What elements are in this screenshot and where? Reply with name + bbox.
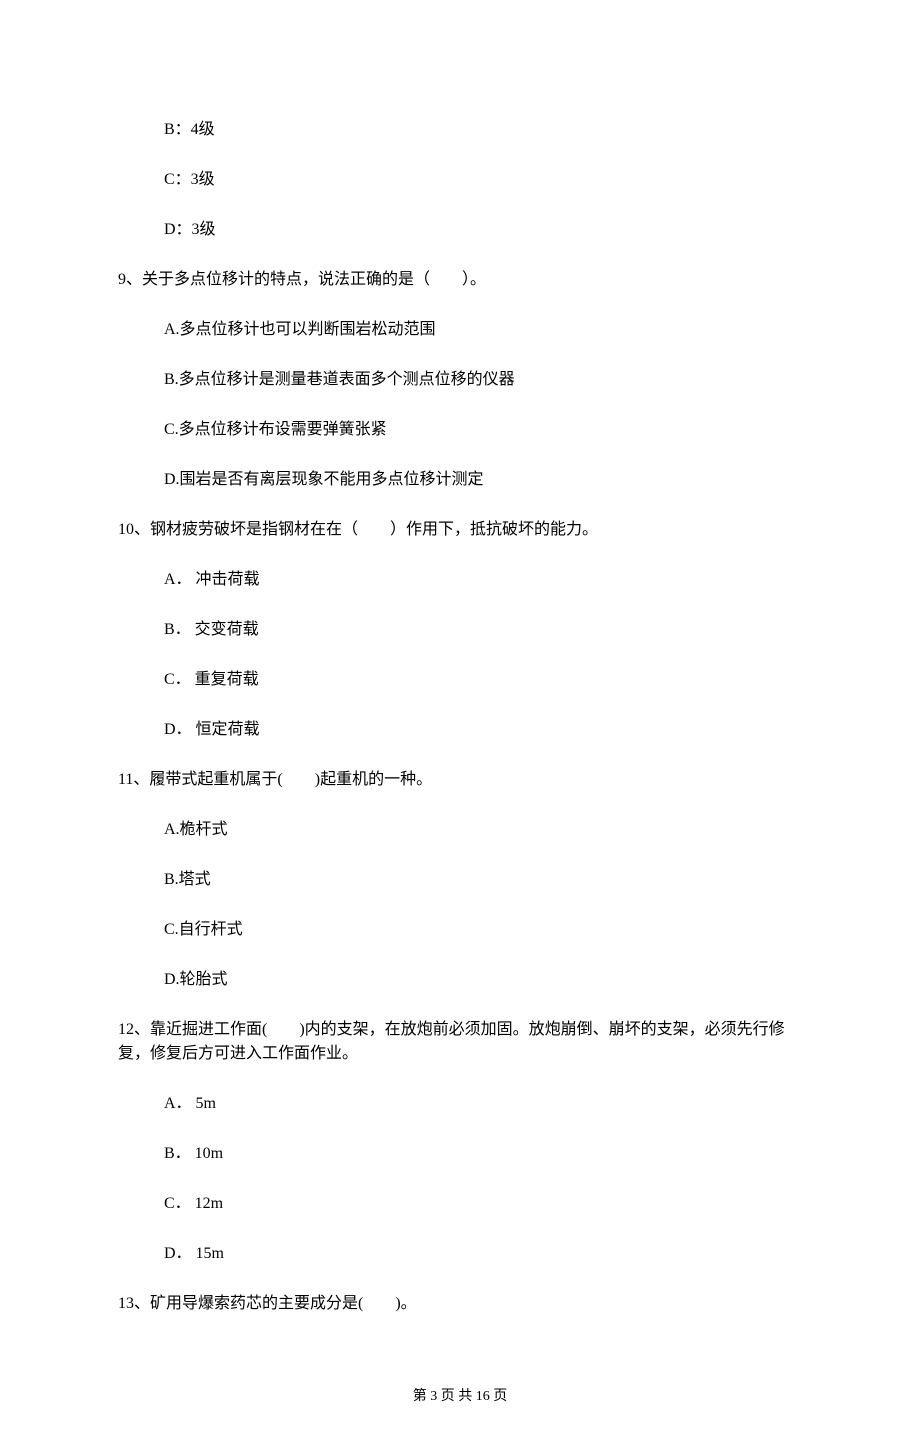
q8-option-c: C：3级: [118, 168, 802, 192]
page-footer: 第 3 页 共 16 页: [118, 1386, 802, 1407]
q8-option-b: B：4级: [118, 118, 802, 142]
q10-stem: 10、钢材疲劳破坏是指钢材在在（ ）作用下，抵抗破坏的能力。: [118, 518, 802, 542]
q11-option-c: C.自行杆式: [118, 918, 802, 942]
q9-option-c: C.多点位移计布设需要弹簧张紧: [118, 418, 802, 442]
q10-option-d: D． 恒定荷载: [118, 718, 802, 742]
q10-option-b: B． 交变荷载: [118, 618, 802, 642]
q8-option-d: D：3级: [118, 218, 802, 242]
q12-option-d: D． 15m: [118, 1242, 802, 1266]
q12-option-a: A． 5m: [118, 1092, 802, 1116]
q13-stem: 13、矿用导爆索药芯的主要成分是( )。: [118, 1292, 802, 1316]
q9-option-d: D.围岩是否有离层现象不能用多点位移计测定: [118, 468, 802, 492]
q10-option-a: A． 冲击荷载: [118, 568, 802, 592]
q11-stem: 11、履带式起重机属于( )起重机的一种。: [118, 768, 802, 792]
q11-option-b: B.塔式: [118, 868, 802, 892]
q11-option-a: A.桅杆式: [118, 818, 802, 842]
q10-option-c: C． 重复荷载: [118, 668, 802, 692]
q12-stem: 12、靠近掘进工作面( )内的支架，在放炮前必须加固。放炮崩倒、崩坏的支架，必须…: [118, 1018, 802, 1066]
q9-option-a: A.多点位移计也可以判断围岩松动范围: [118, 318, 802, 342]
q12-option-b: B． 10m: [118, 1142, 802, 1166]
q11-option-d: D.轮胎式: [118, 968, 802, 992]
q12-option-c: C． 12m: [118, 1192, 802, 1216]
q9-stem: 9、关于多点位移计的特点，说法正确的是（ ）。: [118, 268, 802, 292]
q9-option-b: B.多点位移计是测量巷道表面多个测点位移的仪器: [118, 368, 802, 392]
